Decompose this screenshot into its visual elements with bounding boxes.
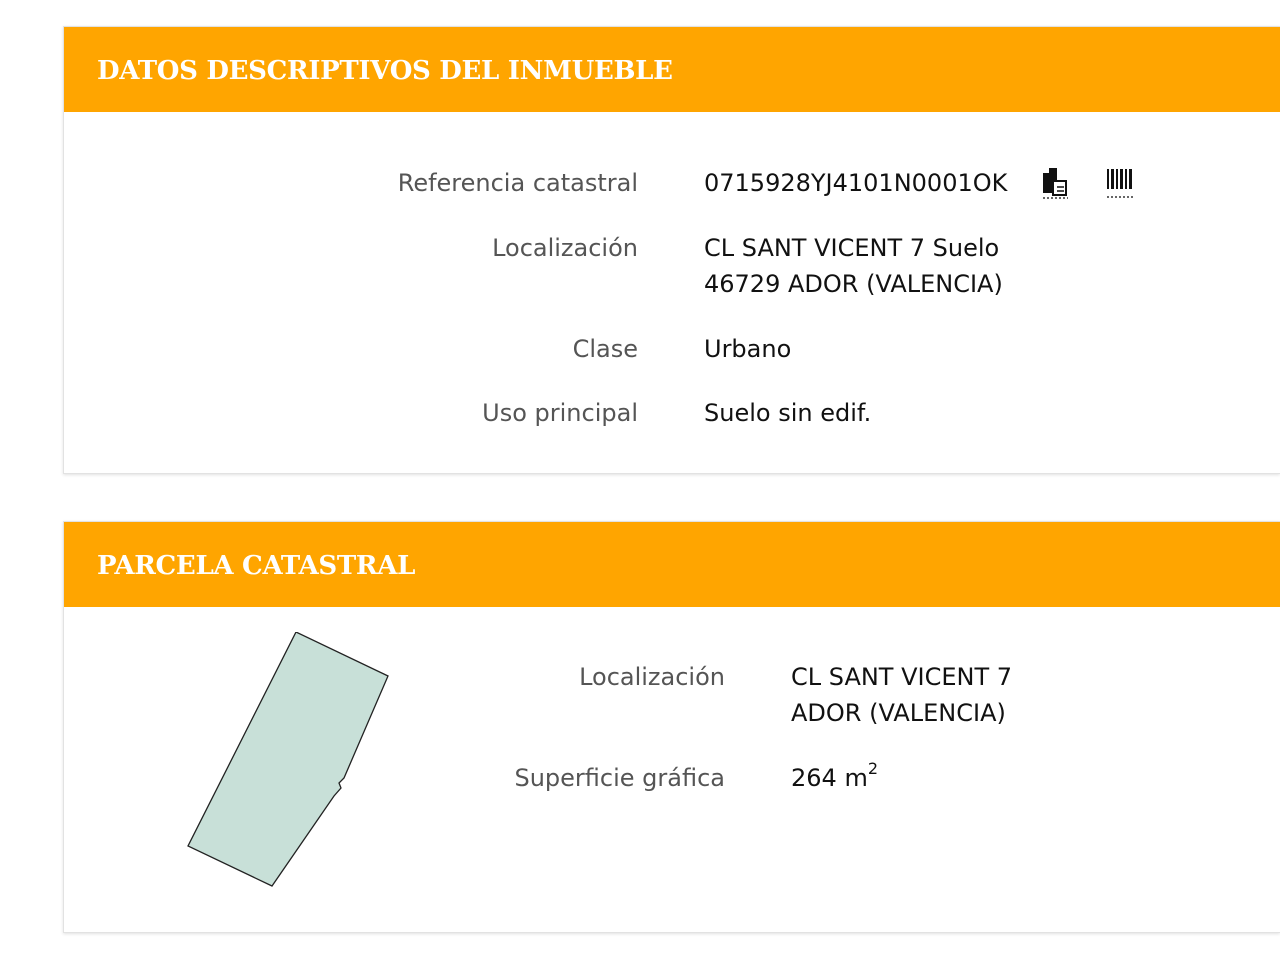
parcela-localizacion-label: Localización bbox=[579, 663, 725, 691]
superficie-label: Superficie gráfica bbox=[514, 764, 725, 792]
superficie-number: 264 m bbox=[791, 764, 868, 792]
barcode-icon[interactable] bbox=[1105, 167, 1135, 199]
parcela-panel-title: PARCELA CATASTRAL bbox=[64, 522, 1280, 607]
parcel-map-shape[interactable] bbox=[184, 632, 404, 912]
inmueble-panel-title: DATOS DESCRIPTIVOS DEL INMUEBLE bbox=[64, 27, 1280, 112]
uso-value: Suelo sin edif. bbox=[704, 399, 872, 427]
clase-value: Urbano bbox=[704, 335, 792, 363]
inmueble-panel: DATOS DESCRIPTIVOS DEL INMUEBLE Referenc… bbox=[63, 26, 1280, 474]
localizacion-value: CL SANT VICENT 7 Suelo 46729 ADOR (VALEN… bbox=[704, 234, 1003, 298]
copy-icon[interactable] bbox=[1040, 167, 1070, 199]
localizacion-label: Localización bbox=[492, 234, 638, 262]
uso-label: Uso principal bbox=[482, 399, 638, 427]
parcela-panel: PARCELA CATASTRAL Localización CL SANT V… bbox=[63, 521, 1280, 933]
superficie-unit-sup: 2 bbox=[867, 759, 879, 778]
parcela-localizacion-value: CL SANT VICENT 7 ADOR (VALENCIA) bbox=[791, 663, 1013, 727]
referencia-label: Referencia catastral bbox=[397, 169, 638, 197]
parcel-polygon bbox=[187, 632, 389, 887]
clase-label: Clase bbox=[572, 335, 638, 363]
superficie-value: 264 m2 bbox=[791, 760, 878, 796]
referencia-value[interactable]: 0715928YJ4101N0001OK bbox=[704, 165, 1007, 201]
